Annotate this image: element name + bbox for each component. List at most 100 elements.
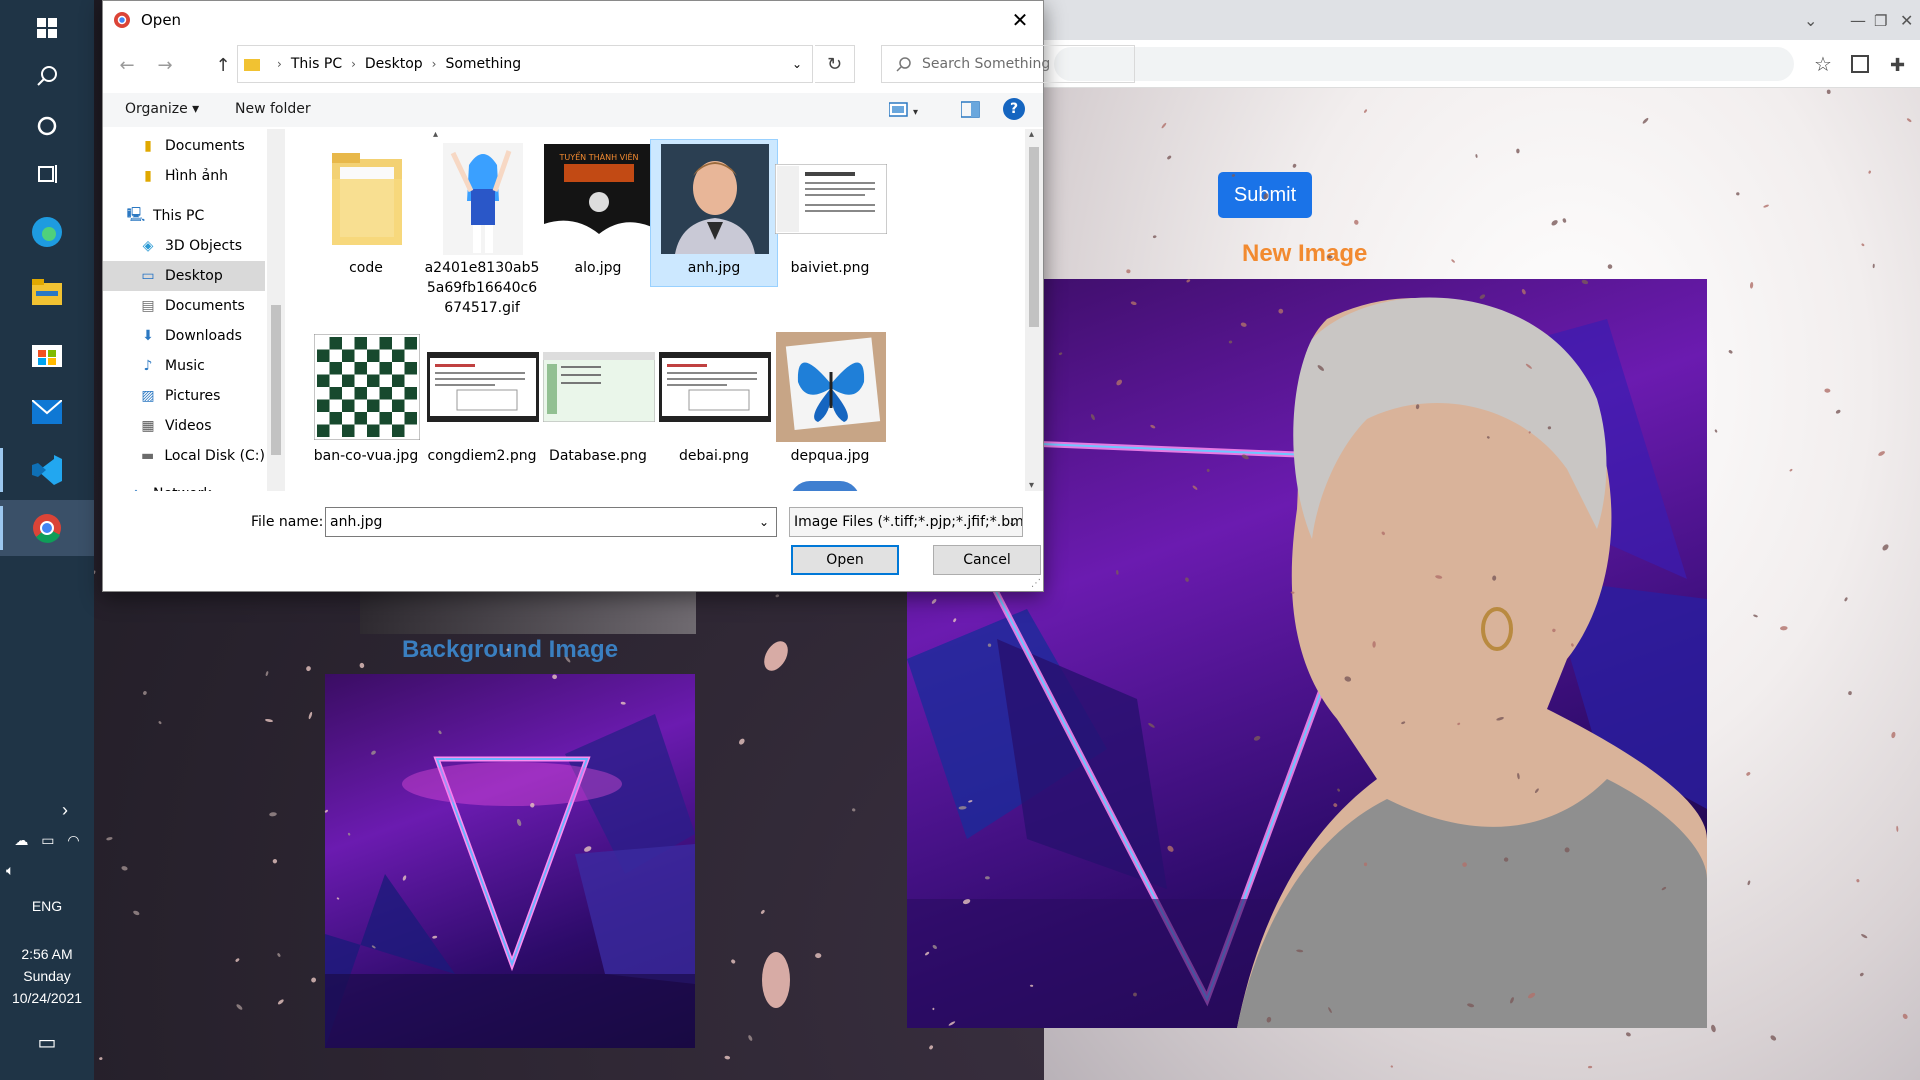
scroll-down-icon[interactable]: ▾ <box>1029 480 1034 491</box>
bookmark-star-icon[interactable]: ☆ <box>1814 52 1832 76</box>
preview-pane-icon[interactable] <box>961 101 981 119</box>
file-name-dropdown-icon[interactable]: ⌄ <box>753 508 775 536</box>
file-item[interactable]: anh.jpg <box>650 139 778 287</box>
nav-item-pictures[interactable]: ▨ Pictures <box>103 381 265 411</box>
new-image-heading: New Image <box>1242 240 1368 267</box>
taskbar-mail[interactable] <box>0 384 94 440</box>
file-item[interactable]: Database.png <box>534 327 662 475</box>
submit-button[interactable]: Submit <box>1218 172 1312 218</box>
file-item[interactable]: baiviet.png <box>766 139 894 287</box>
scrollbar-thumb[interactable] <box>271 305 281 455</box>
arrow-up-icon: ↑ <box>215 54 231 76</box>
organize-menu[interactable]: Organize ▾ <box>125 101 199 117</box>
extensions-icon[interactable]: ✚ <box>1890 55 1905 76</box>
file-item[interactable]: TUYỂN THÀNH VIÊN alo.jpg <box>534 139 662 287</box>
breadcrumb-desktop[interactable]: Desktop <box>365 56 423 72</box>
nav-item-desktop[interactable]: ▭ Desktop <box>103 261 265 291</box>
language-indicator[interactable]: ENG <box>0 898 94 914</box>
nav-item-label: Videos <box>165 418 212 434</box>
file-item[interactable]: congdiem2.png <box>418 327 546 475</box>
file-item[interactable]: code <box>302 139 430 287</box>
minimize-icon[interactable]: — <box>1850 11 1866 30</box>
open-file-dialog: Open ✕ ← → ↑ › This PC › Desktop › Somet… <box>102 0 1135 592</box>
breadcrumb-something[interactable]: Something <box>445 56 521 72</box>
tab-search-icon[interactable]: ⌄ <box>1804 11 1817 30</box>
address-history-dropdown-icon[interactable]: ⌄ <box>792 57 802 71</box>
search-button[interactable] <box>0 48 94 104</box>
nav-item-videos[interactable]: ▦ Videos <box>103 411 265 441</box>
taskbar-file-explorer[interactable] <box>0 264 94 320</box>
taskbar-edge[interactable] <box>0 204 94 260</box>
open-button[interactable]: Open <box>791 545 899 575</box>
show-hidden-icons-button[interactable]: › <box>0 800 94 821</box>
nav-item-documents[interactable]: ▤ Documents <box>103 291 265 321</box>
change-view-icon[interactable]: ▾ <box>889 101 923 119</box>
address-bar[interactable] <box>1054 47 1794 81</box>
file-item[interactable]: ban-co-vua.jpg <box>302 327 430 475</box>
windows-logo-icon <box>37 18 57 38</box>
clock-time[interactable]: 2:56 AM <box>0 946 94 962</box>
nav-item-documents[interactable]: ▮ Documents <box>103 131 265 161</box>
dialog-close-button[interactable]: ✕ <box>997 1 1043 39</box>
restore-icon[interactable]: ❐ <box>1874 12 1887 30</box>
file-name: depqua.jpg <box>790 448 870 464</box>
scrollbar-thumb[interactable] <box>1029 147 1039 327</box>
wifi-icon[interactable]: ◠ <box>67 832 79 849</box>
nav-item-h-nh-nh[interactable]: ▮ Hình ảnh <box>103 161 265 191</box>
file-name-input[interactable] <box>325 507 777 537</box>
file-item[interactable]: depqua.jpg <box>766 327 894 475</box>
nav-item-local-disk-c[interactable]: ▬ Local Disk (C:) <box>103 441 265 471</box>
new-folder-button[interactable]: New folder <box>235 101 311 117</box>
address-row: ← → ↑ › This PC › Desktop › Something ⌄ … <box>103 45 1135 83</box>
nav-item-3d-objects[interactable]: ◈ 3D Objects <box>103 231 265 261</box>
close-window-icon[interactable]: ✕ <box>1900 11 1913 30</box>
nav-item-label: This PC <box>153 208 205 224</box>
file-list-scrollbar[interactable]: ▴ ▾ <box>1025 129 1043 491</box>
taskbar-store[interactable] <box>0 324 94 380</box>
document-icon: ▤ <box>141 298 155 314</box>
back-button[interactable]: ← <box>113 51 141 79</box>
disk-icon: ▬ <box>141 448 155 464</box>
battery-icon[interactable]: ▭ <box>41 832 54 849</box>
breadcrumb-this-pc[interactable]: This PC <box>291 56 342 72</box>
cancel-button[interactable]: Cancel <box>933 545 1041 575</box>
nav-item-music[interactable]: ♪ Music <box>103 351 265 381</box>
navigation-pane-scrollbar[interactable]: ▴ <box>267 129 438 491</box>
up-button[interactable]: ↑ <box>209 51 237 79</box>
nav-item-network[interactable]: ⌂ Network <box>103 479 265 491</box>
dialog-titlebar: Open <box>103 1 1043 39</box>
file-item[interactable]: debai.png <box>650 327 778 475</box>
folder-icon <box>303 140 431 258</box>
qr-code-icon[interactable] <box>1851 55 1869 73</box>
task-view-button[interactable] <box>0 146 94 202</box>
taskbar-vscode[interactable] <box>0 442 94 498</box>
breadcrumb-chevron-icon: › <box>351 57 356 71</box>
notification-center-icon[interactable]: ▭ <box>0 1030 94 1055</box>
download-icon: ⬇ <box>142 328 154 344</box>
scroll-up-icon[interactable]: ▴ <box>1029 129 1034 140</box>
pictures-icon: ▨ <box>141 388 155 404</box>
background-image <box>325 674 695 1048</box>
file-item[interactable]: a2401e8130ab55a69fb16640c6674517.gif <box>418 139 546 316</box>
help-button[interactable]: ? <box>1003 98 1025 120</box>
file-type-select[interactable]: Image Files (*.tiff;*.pjp;*.jfif;*.bm ⌄ <box>789 507 1023 537</box>
cube-icon: ◈ <box>142 238 154 254</box>
pc-icon: 🖳 <box>126 207 146 223</box>
taskbar-chrome[interactable] <box>0 500 94 556</box>
onedrive-icon[interactable]: ☁ <box>14 832 28 849</box>
dialog-footer: File name: ⌄ Image Files (*.tiff;*.pjp;*… <box>103 501 1043 591</box>
clock-date[interactable]: 10/24/2021 <box>0 990 94 1006</box>
resize-grip-icon[interactable]: ⋰ <box>1031 578 1041 589</box>
forward-button[interactable]: → <box>151 51 179 79</box>
file-thumbnail <box>535 328 663 446</box>
address-breadcrumb-bar[interactable]: › This PC › Desktop › Something ⌄ <box>237 45 813 83</box>
refresh-button[interactable]: ↻ <box>815 45 855 83</box>
folder-icon: ▮ <box>144 168 152 184</box>
clock-day[interactable]: Sunday <box>0 968 94 984</box>
search-input[interactable]: Search Something <box>881 45 1135 83</box>
file-list: code a2401e8130ab55a69fb16640c6674517.gif… <box>290 129 1024 491</box>
volume-icon[interactable]: 🔈︎ <box>0 862 94 879</box>
nav-item-this-pc[interactable]: 🖳 This PC <box>103 201 265 231</box>
file-thumbnail <box>767 328 895 446</box>
nav-item-downloads[interactable]: ⬇ Downloads <box>103 321 265 351</box>
